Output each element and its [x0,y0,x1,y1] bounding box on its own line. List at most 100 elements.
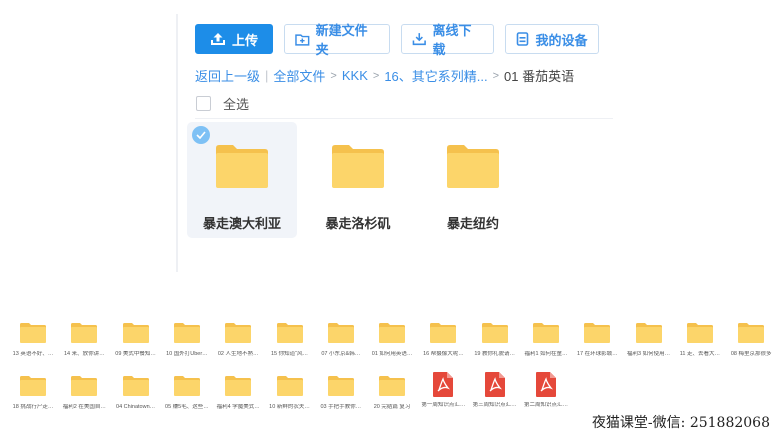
folder-name: 暴走澳大利亚 [202,216,281,231]
folder-icon [327,323,354,343]
toolbar: 上传 新建文件夹 离线下载 我的设备 [195,23,599,57]
file-grid-item[interactable]: 福利3 如何使用… [624,322,674,358]
upload-button[interactable]: 上传 [195,24,273,54]
file-grid-item[interactable]: 10 新鲜的农夫… [265,375,315,411]
folder-icon [122,323,149,343]
folder-icon [447,145,499,188]
folder-icon [635,323,662,343]
select-all-label: 全选 [223,97,250,112]
file-grid-item[interactable]: 13 英语不好、… [8,322,58,358]
file-grid-item[interactable]: 14 来、放你讲… [59,322,109,358]
file-grid-label: 13 英语不好、… [12,351,54,357]
pdf-icon [433,372,454,397]
file-grid-label: 08 梅里京那很多 [730,351,772,357]
file-grid-item[interactable]: 第二周知识点汇… [521,372,571,409]
divider-horizontal [195,118,613,119]
file-grid-item[interactable]: 01 如何用英语… [367,322,417,358]
file-grid-label: 18 挑战行尸走… [12,404,54,410]
device-icon [517,32,529,46]
file-grid-label: 福利2 在美国自… [62,404,106,410]
select-all-row: 全选 [196,94,249,113]
file-grid-label: 17 在环球影城… [576,351,618,357]
divider-vertical [176,14,178,272]
pdf-icon [484,372,505,397]
breadcrumb-item-series[interactable]: 16、其它系列精... [384,66,487,85]
folder-icon [332,145,384,188]
file-grid-label: 02 人生地不熟… [217,351,259,357]
folder-icon [71,376,98,396]
file-grid-item[interactable]: 17 在环球影城… [572,322,622,358]
folder-tile[interactable]: 暴走澳大利亚 [187,122,297,238]
file-grid-label: 16 帮摄像大呢… [423,351,464,357]
file-grid-item[interactable]: 05 赚5毛、这些… [162,375,212,411]
download-icon [412,33,426,46]
file-grid-label: 19 教你礼貌请… [474,351,516,357]
folder-icon [533,323,559,343]
folder-icon [584,323,611,343]
watermark-text: 夜猫课堂-微信: 251882068 [591,415,770,431]
file-grid-item[interactable]: 02 人生地不熟… [213,322,263,358]
breadcrumb-separator: > [330,69,337,82]
folder-icon [173,323,200,343]
file-grid-item[interactable]: 16 帮摄像大呢… [418,322,468,358]
offline-download-button[interactable]: 离线下载 [401,23,494,57]
file-grid-item[interactable]: 10 国外打Uber… [162,322,212,358]
breadcrumb-item-kkk[interactable]: KKK [342,68,368,83]
my-devices-button[interactable]: 我的设备 [505,24,599,54]
folder-icon [20,323,46,343]
folder-icon [430,323,457,343]
upload-label: 上传 [231,32,258,48]
folder-icon [276,376,303,396]
file-grid-item[interactable]: 18 挑战行尸走… [8,375,58,411]
file-grid-item[interactable]: 15 你知道“风… [265,322,315,358]
folder-name: 暴走洛杉矶 [325,216,391,231]
file-grid-item[interactable]: 19 教你礼貌请… [470,322,520,358]
folder-icon [173,376,200,396]
offline-download-label: 离线下载 [432,23,472,57]
file-grid-label: 10 国外打Uber… [166,351,208,357]
breadcrumb-separator: > [372,69,380,82]
new-folder-button[interactable]: 新建文件夹 [284,23,390,57]
file-browser-panel: 上传 新建文件夹 离线下载 我的设备 返回上一级 | 全部文件 > KKK > … [184,14,614,274]
file-grid-label: 福利1 如何在童… [524,351,568,357]
file-grid-label: 福利4 学魔美式… [216,404,260,410]
file-grid-item[interactable]: 03 手把手教你… [316,375,366,411]
folder-icon [379,323,406,343]
file-grid-label: 第三周知识点汇… [472,402,517,408]
my-devices-label: 我的设备 [535,32,588,48]
file-grid-item[interactable]: 福利1 如何在童… [521,322,571,358]
breadcrumb: 返回上一级 | 全部文件 > KKK > 16、其它系列精... > 01 番茄… [195,66,575,85]
file-grid-item[interactable]: 11 走、去看大… [675,322,725,358]
new-folder-icon [295,33,310,46]
folder-icon [71,323,98,343]
file-grid-item[interactable]: 福利4 学魔美式… [213,375,263,411]
file-grid-item[interactable]: 07 小东京&韩… [316,322,366,358]
file-grid-label: 04 Chinatown… [116,404,156,410]
file-grid-label: 第二周知识点汇… [523,402,568,408]
check-icon[interactable] [192,126,210,144]
file-grid-item[interactable]: 09 美式中餐知… [111,322,161,358]
file-grid-label: 14 来、放你讲… [63,351,105,357]
select-all-checkbox[interactable] [196,96,211,111]
folder-icon [686,323,713,343]
file-grid-label: 03 手把手教你… [320,404,362,410]
breadcrumb-back-link[interactable]: 返回上一级 [195,66,260,85]
file-grid-item[interactable]: 第三周知识点汇… [470,372,520,409]
file-grid-label: 10 新鲜的农夫… [269,404,310,410]
folder-tile[interactable]: 暴走洛杉矶 [303,122,413,238]
breadcrumb-item-all-files[interactable]: 全部文件 [273,66,325,85]
file-grid-item[interactable]: 第一周知识点汇… [418,372,468,409]
file-grid-label: 01 如何用英语… [371,351,413,357]
file-grid-label: 05 赚5毛、这些… [165,404,209,410]
upload-icon [210,33,225,45]
folder-icon [379,376,406,396]
file-grid-item[interactable]: 福利2 在美国自… [59,375,109,411]
folder-tile[interactable]: 暴走纽约 [418,122,528,238]
file-grid-item[interactable]: 20 完结篇 复习 [367,375,417,411]
folder-icon [216,145,268,188]
file-grid-label: 11 走、去看大… [679,351,721,357]
breadcrumb-separator: > [492,69,500,82]
file-grid-item[interactable]: 04 Chinatown… [111,375,161,411]
file-grid-item[interactable]: 08 梅里京那很多 [726,322,776,358]
folder-icon [481,323,508,343]
